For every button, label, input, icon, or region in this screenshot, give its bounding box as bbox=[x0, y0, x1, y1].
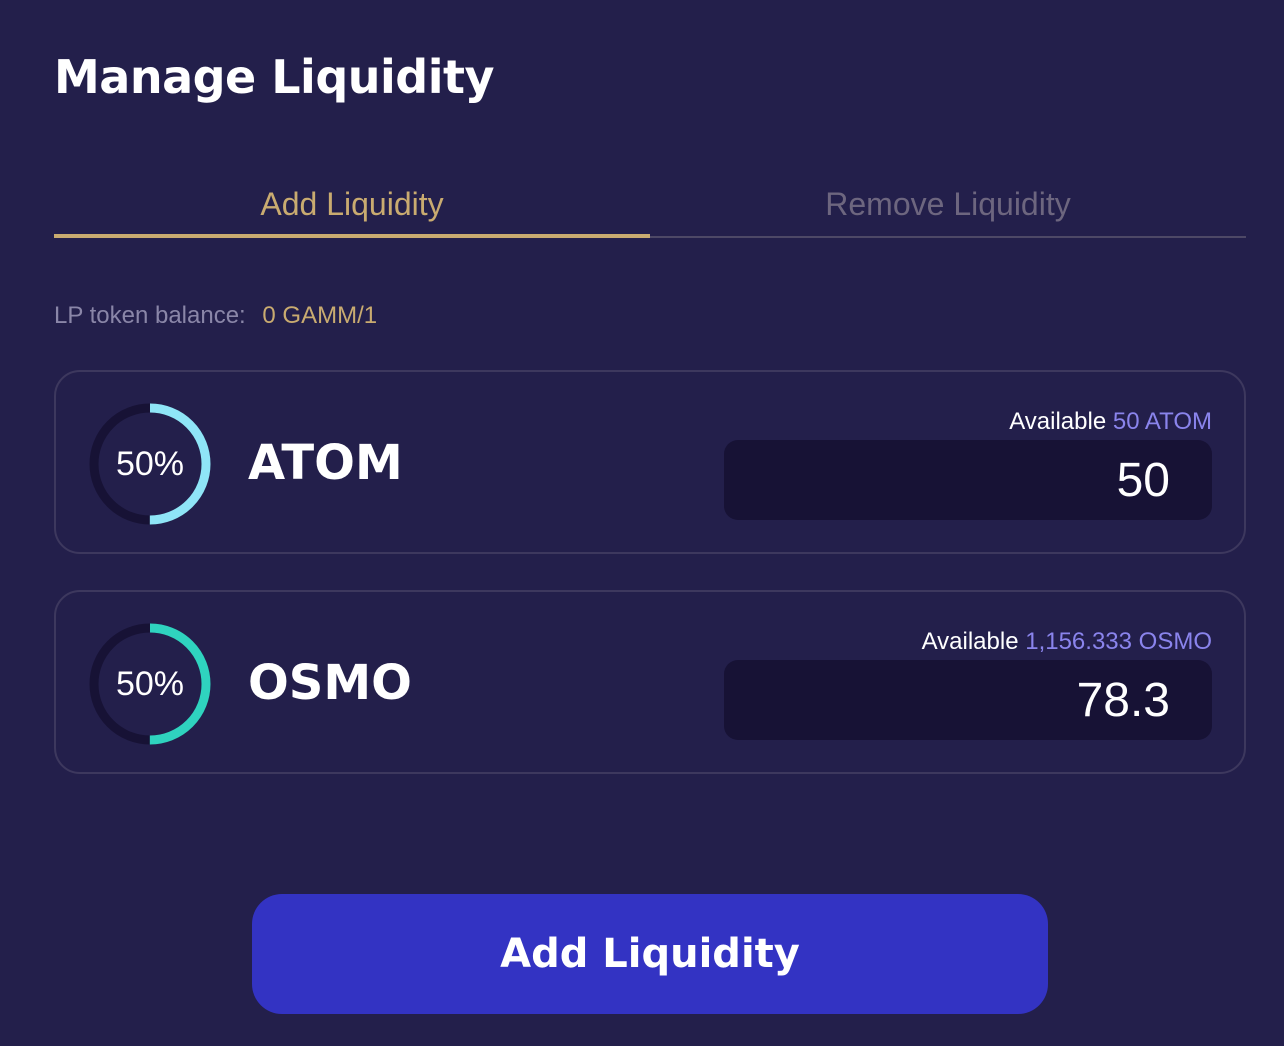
amount-input-atom[interactable] bbox=[724, 440, 1212, 520]
weight-ring-osmo: 50% bbox=[88, 622, 212, 746]
amount-input-osmo[interactable] bbox=[724, 660, 1212, 740]
token-symbol: ATOM bbox=[248, 435, 403, 491]
page-title: Manage Liquidity bbox=[54, 50, 494, 104]
lp-token-balance: LP token balance: 0 GAMM/1 bbox=[54, 300, 377, 332]
weight-ring-atom: 50% bbox=[88, 402, 212, 526]
asset-card-osmo: 50% OSMO Available 1,156.333 OSMO bbox=[54, 590, 1246, 774]
asset-card-atom: 50% ATOM Available 50 ATOM bbox=[54, 370, 1246, 554]
available-balance: Available 1,156.333 OSMO bbox=[922, 626, 1212, 658]
available-amount[interactable]: 50 ATOM bbox=[1113, 408, 1212, 435]
weight-percent: 50% bbox=[115, 445, 185, 483]
liquidity-tabs: Add Liquidity Remove Liquidity bbox=[54, 176, 1246, 238]
available-label: Available bbox=[921, 628, 1019, 655]
weight-percent: 50% bbox=[115, 665, 185, 703]
available-label: Available bbox=[1009, 408, 1107, 435]
available-amount[interactable]: 1,156.333 OSMO bbox=[1025, 628, 1212, 655]
tab-remove-liquidity[interactable]: Remove Liquidity bbox=[650, 176, 1246, 236]
tab-add-liquidity[interactable]: Add Liquidity bbox=[54, 176, 650, 238]
token-symbol: OSMO bbox=[248, 655, 412, 711]
add-liquidity-button[interactable]: Add Liquidity bbox=[252, 894, 1048, 1014]
lp-balance-value: 0 GAMM/1 bbox=[262, 302, 378, 329]
available-balance: Available 50 ATOM bbox=[1009, 406, 1212, 438]
lp-balance-label: LP token balance: bbox=[54, 302, 246, 329]
